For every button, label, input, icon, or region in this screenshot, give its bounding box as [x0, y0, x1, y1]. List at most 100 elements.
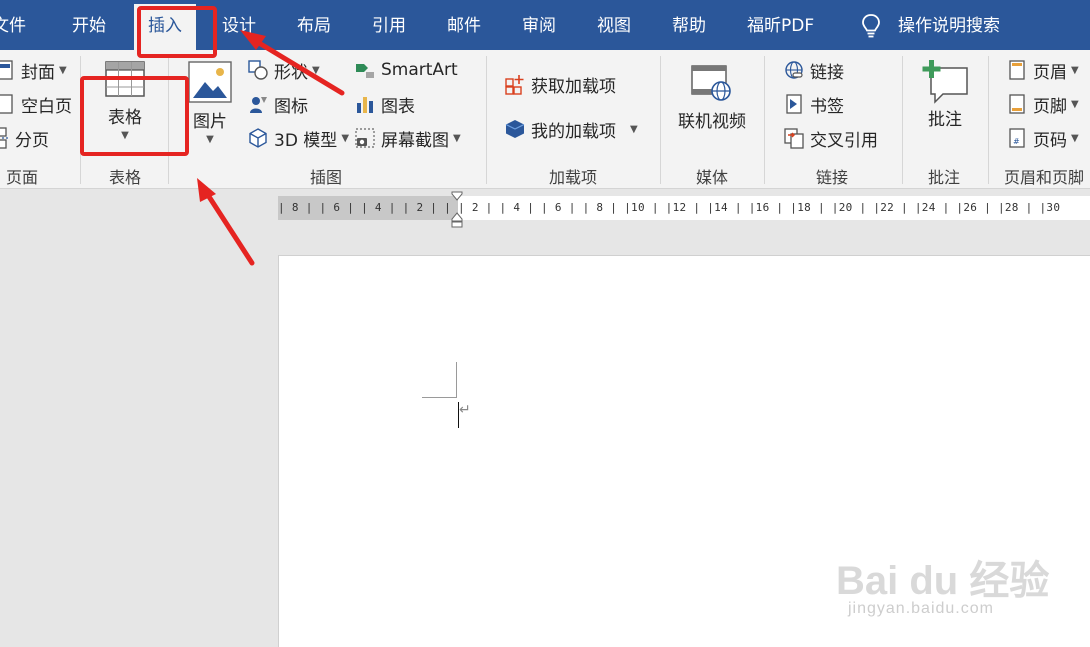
icons-label: 图标	[274, 96, 308, 117]
margin-corner-mark	[456, 362, 457, 398]
screenshot-icon	[355, 128, 375, 148]
new-comment-label: 批注	[928, 110, 962, 130]
group-label-tables: 表格	[108, 168, 142, 187]
screenshot-button[interactable]: 屏幕截图 ▼	[354, 124, 461, 152]
online-video-label: 联机视频	[678, 112, 746, 132]
get-addins-label: 获取加载项	[531, 76, 616, 97]
get-addins-icon	[505, 75, 524, 95]
header-label: 页眉	[1033, 62, 1067, 83]
highlight-table-button	[80, 76, 189, 156]
cover-page-button[interactable]: 封面 ▼	[0, 56, 67, 84]
group-label-comments: 批注	[927, 168, 961, 187]
link-button[interactable]: 链接	[783, 56, 844, 84]
lightbulb-icon	[862, 14, 880, 38]
highlight-insert-tab	[137, 6, 217, 58]
bookmark-icon	[786, 94, 802, 114]
icons-button[interactable]: 图标	[247, 90, 308, 118]
chart-label: 图表	[381, 96, 415, 117]
ruler-numbers: | 8 | | 6 | | 4 | | 2 | | | 2 | | 4 | | …	[278, 201, 1061, 214]
cover-page-label: 封面	[21, 62, 55, 83]
new-comment-button[interactable]: 批注	[914, 58, 976, 130]
group-label-pages: 页面	[5, 168, 39, 187]
group-label-addins: 加载项	[548, 168, 598, 187]
shapes-icon	[248, 60, 268, 80]
blank-page-icon	[0, 94, 13, 114]
chart-icon	[357, 97, 373, 113]
tab-file[interactable]: 文件	[0, 0, 26, 50]
smartart-button[interactable]: SmartArt	[354, 56, 458, 84]
tab-home[interactable]: 开始	[72, 0, 106, 50]
my-addins-label: 我的加载项	[531, 121, 616, 142]
smartart-label: SmartArt	[381, 60, 458, 80]
page-number-label: 页码	[1033, 130, 1067, 151]
get-addins-button[interactable]: 获取加载项	[504, 70, 616, 98]
tab-layout[interactable]: 布局	[297, 0, 331, 50]
blank-page-label: 空白页	[21, 96, 72, 117]
page-break-icon	[0, 127, 8, 149]
tab-help[interactable]: 帮助	[672, 0, 706, 50]
cross-reference-label: 交叉引用	[810, 130, 878, 151]
group-separator	[902, 56, 903, 184]
chevron-down-icon: ▼	[1071, 98, 1079, 110]
header-button[interactable]: 页眉 ▼	[1006, 56, 1079, 84]
chevron-down-icon: ▼	[630, 123, 638, 135]
tab-mailings[interactable]: 邮件	[447, 0, 481, 50]
group-label-header-footer: 页眉和页脚	[1003, 168, 1085, 187]
link-label: 链接	[810, 62, 844, 83]
footer-icon	[1009, 94, 1025, 114]
cross-reference-button[interactable]: 交叉引用	[783, 124, 878, 152]
shapes-label: 形状	[274, 62, 308, 83]
tab-view[interactable]: 视图	[597, 0, 631, 50]
comment-icon	[922, 60, 968, 104]
tell-me-search[interactable]: 操作说明搜索	[898, 0, 1000, 50]
page-number-button[interactable]: # 页码 ▼	[1006, 124, 1079, 152]
3d-model-icon	[249, 128, 267, 148]
cover-page-icon	[0, 60, 13, 80]
header-icon	[1009, 60, 1025, 80]
chevron-down-icon: ▼	[312, 64, 320, 76]
picture-icon	[188, 61, 232, 103]
cross-reference-icon	[784, 128, 804, 149]
chevron-down-icon: ▼	[59, 64, 67, 76]
tab-review[interactable]: 审阅	[522, 0, 556, 50]
online-video-button[interactable]: 联机视频	[672, 62, 752, 132]
page-number-icon: #	[1009, 128, 1025, 148]
group-separator	[486, 56, 487, 184]
chevron-down-icon: ▼	[453, 132, 461, 144]
group-label-illustrations: 插图	[309, 168, 343, 187]
icons-icon	[250, 97, 267, 113]
group-separator	[660, 56, 661, 184]
svg-text:#: #	[1013, 137, 1020, 146]
hanging-indent-marker[interactable]	[451, 212, 463, 228]
bookmark-label: 书签	[810, 96, 844, 117]
3d-models-button[interactable]: 3D 模型 ▼	[247, 124, 349, 152]
watermark-logo: Bai du 经验	[836, 559, 1050, 603]
screenshot-label: 屏幕截图	[381, 130, 449, 151]
horizontal-ruler[interactable]: | 8 | | 6 | | 4 | | 2 | | | 2 | | 4 | | …	[278, 196, 1090, 220]
chevron-down-icon: ▼	[206, 134, 214, 145]
tab-references[interactable]: 引用	[372, 0, 406, 50]
shapes-button[interactable]: 形状 ▼	[247, 56, 320, 84]
picture-button[interactable]: 图片 ▼	[182, 60, 238, 145]
bookmark-button[interactable]: 书签	[783, 90, 844, 118]
first-line-indent-marker[interactable]	[451, 191, 463, 201]
my-addins-button[interactable]: 我的加载项 ▼	[504, 115, 638, 143]
blank-page-button[interactable]: 空白页	[0, 90, 72, 118]
page-break-button[interactable]: 分页	[0, 124, 49, 152]
chevron-down-icon: ▼	[1071, 64, 1079, 76]
picture-button-label: 图片	[193, 112, 227, 132]
chevron-down-icon: ▼	[341, 132, 350, 144]
footer-label: 页脚	[1033, 96, 1067, 117]
group-label-links: 链接	[815, 168, 849, 187]
smartart-icon	[356, 64, 374, 78]
page-break-label: 分页	[15, 130, 49, 151]
margin-corner-mark	[422, 397, 457, 398]
online-video-icon	[691, 65, 731, 101]
footer-button[interactable]: 页脚 ▼	[1006, 90, 1079, 118]
chart-button[interactable]: 图表	[354, 90, 415, 118]
my-addins-icon	[505, 120, 525, 138]
tab-foxit-pdf[interactable]: 福昕PDF	[747, 0, 814, 50]
chevron-down-icon: ▼	[1071, 132, 1079, 144]
tab-design[interactable]: 设计	[222, 0, 256, 50]
paragraph-mark-icon: ↵	[459, 402, 471, 418]
